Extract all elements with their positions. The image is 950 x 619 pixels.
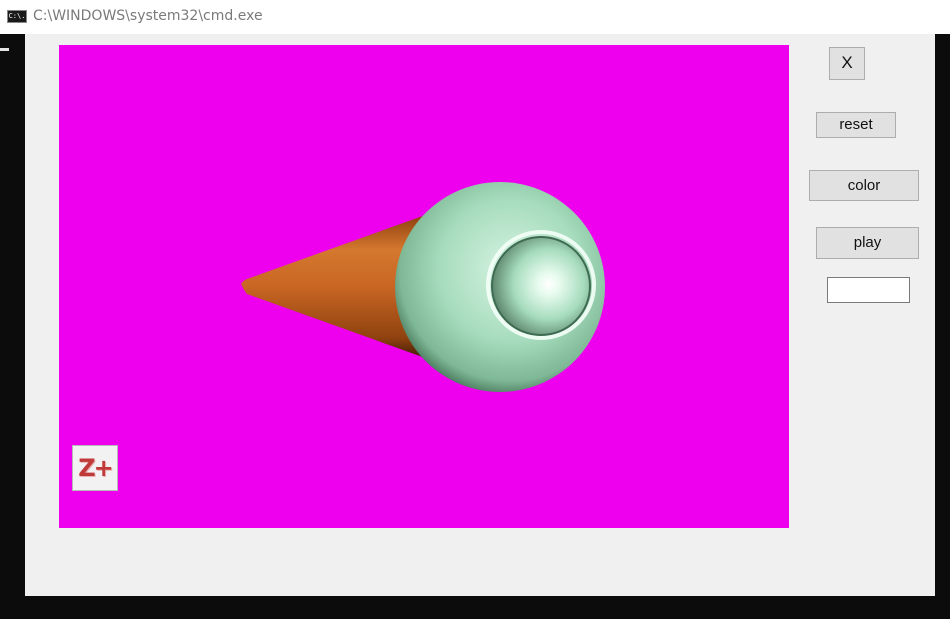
3d-scene xyxy=(241,182,605,392)
window-titlebar: C:\. C:\WINDOWS\system32\cmd.exe xyxy=(0,0,950,34)
cmd-icon: C:\. xyxy=(7,10,27,23)
play-button[interactable]: play xyxy=(816,227,919,259)
inner-sphere xyxy=(491,236,591,336)
close-button[interactable]: X xyxy=(829,47,865,80)
value-input[interactable] xyxy=(827,277,910,303)
3d-viewport[interactable] xyxy=(59,45,789,528)
console-cursor xyxy=(0,48,9,51)
window-title: C:\WINDOWS\system32\cmd.exe xyxy=(33,8,263,24)
color-button[interactable]: color xyxy=(809,170,919,201)
zoom-in-button[interactable]: Z+ xyxy=(72,445,118,491)
reset-button[interactable]: reset xyxy=(816,112,896,138)
